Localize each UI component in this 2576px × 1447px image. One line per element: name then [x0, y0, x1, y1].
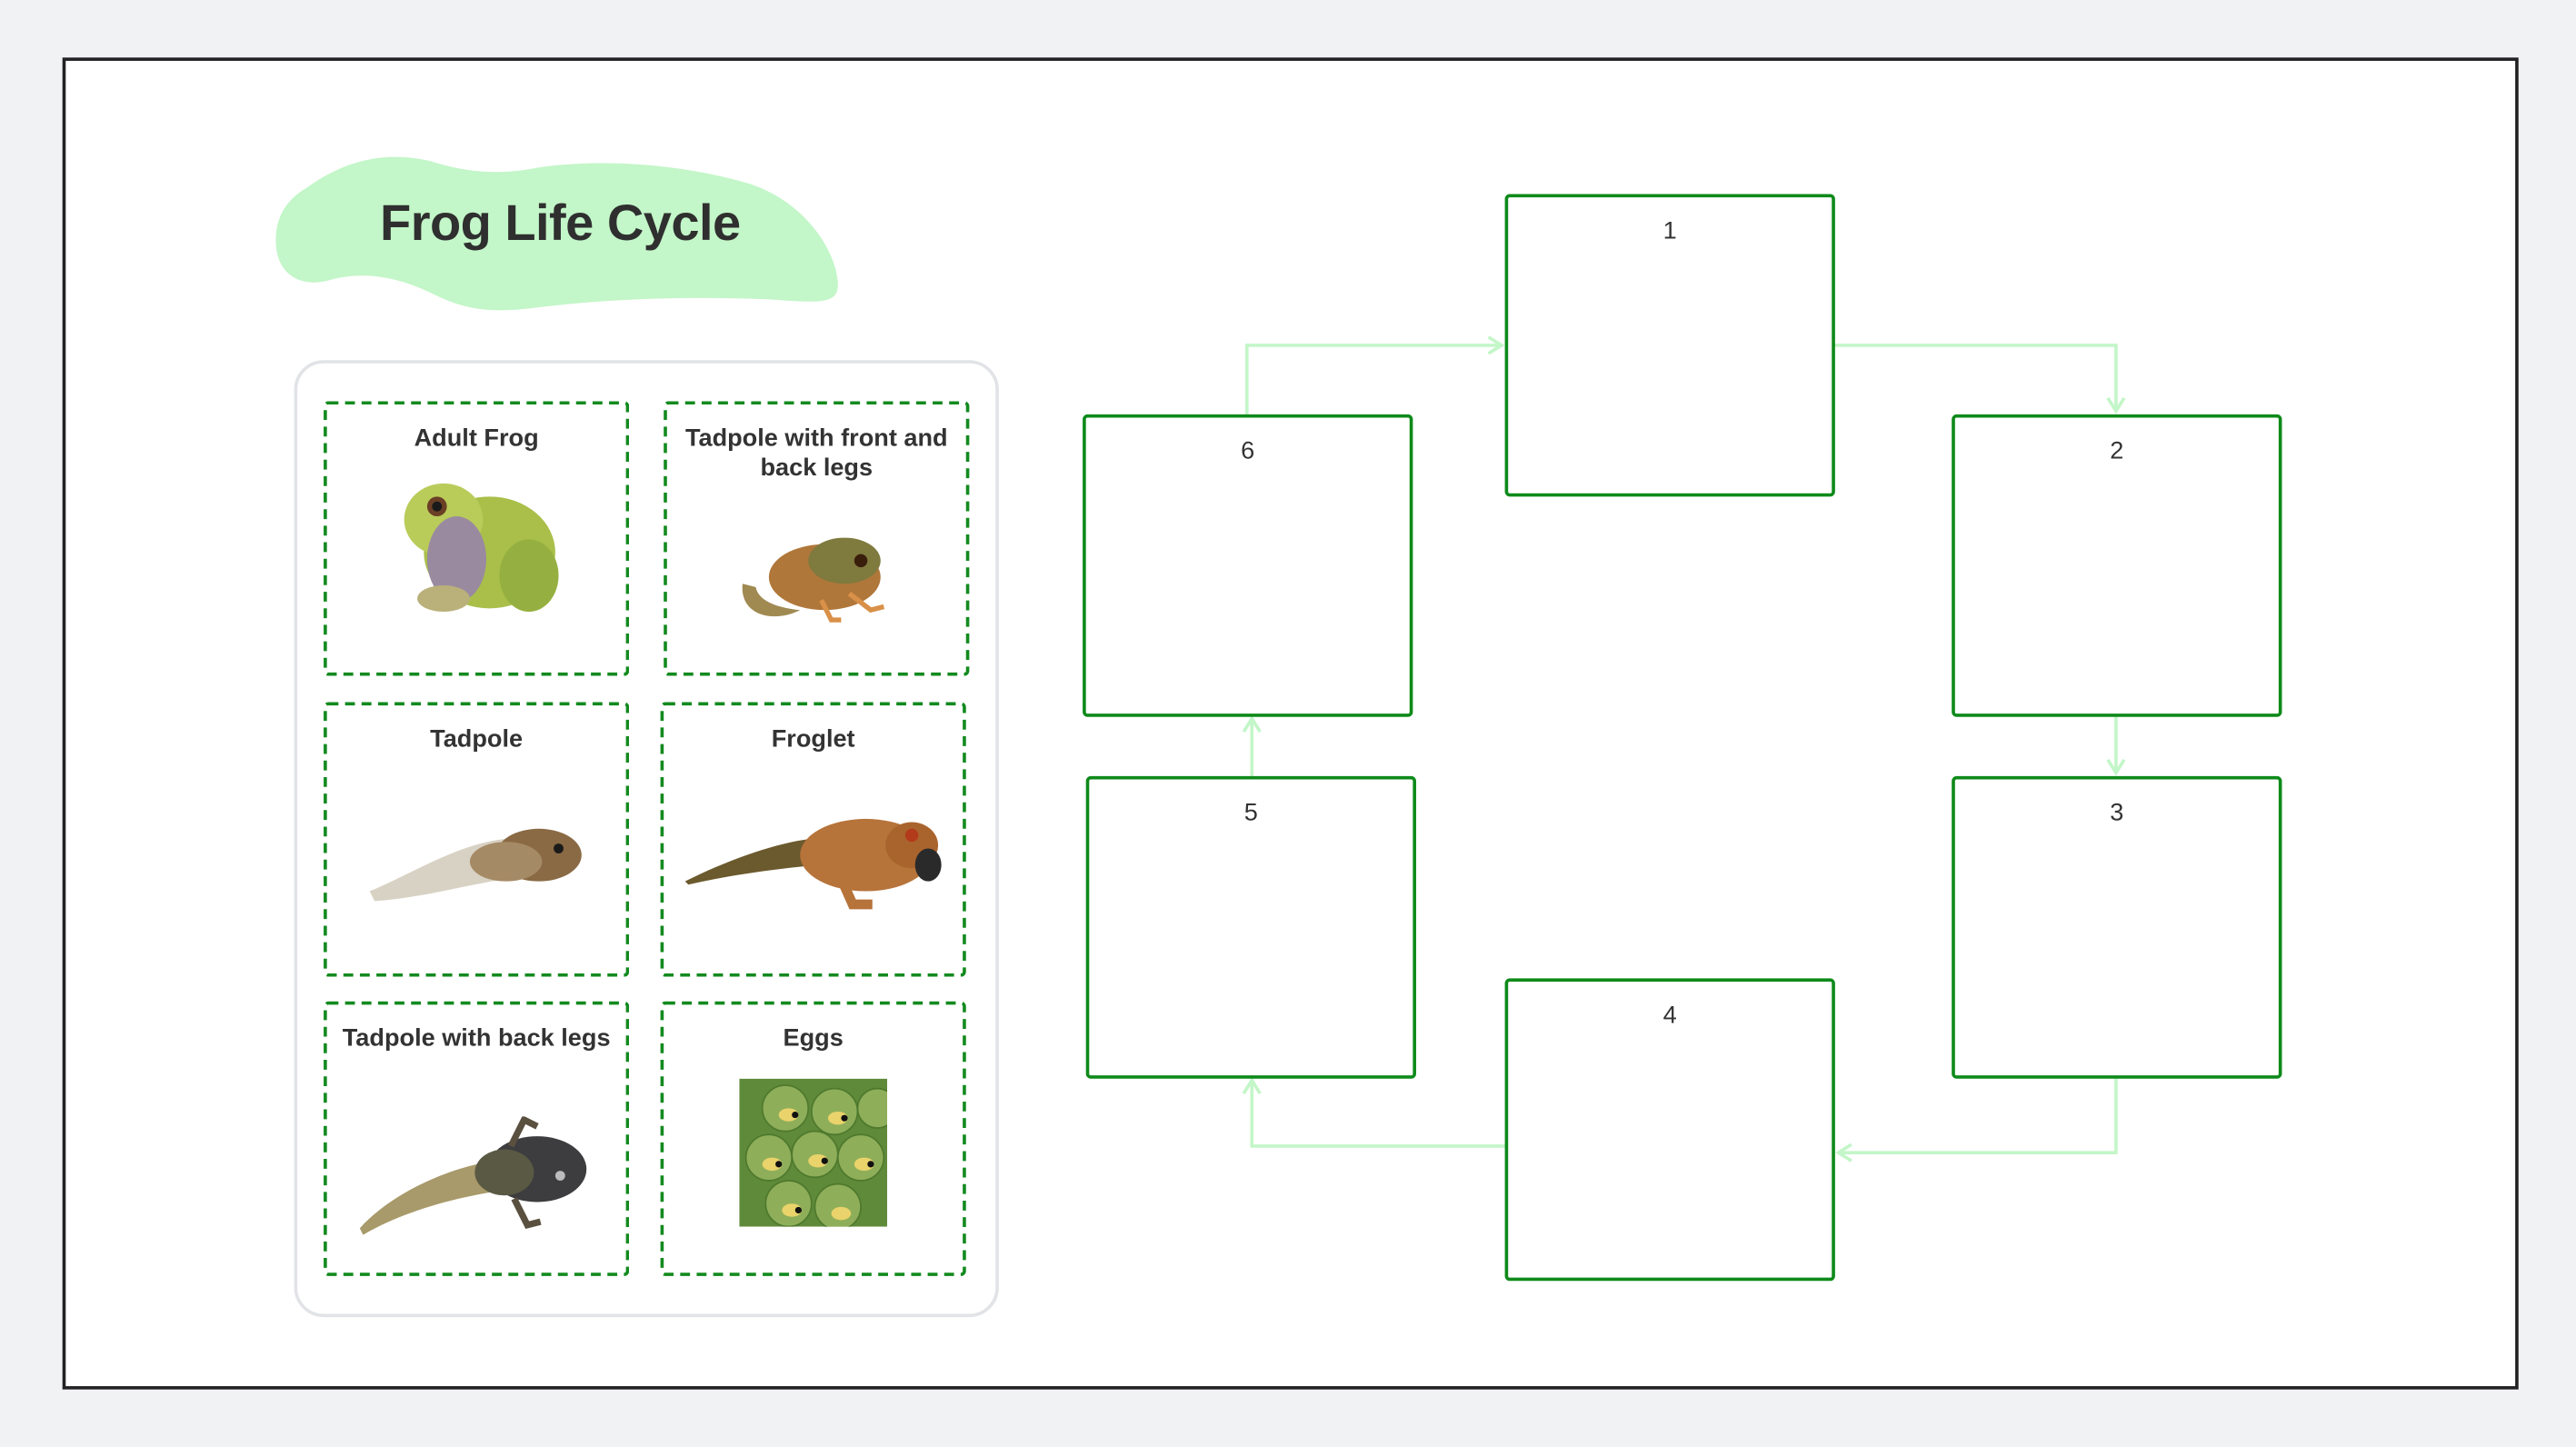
card-label: Tadpole	[430, 724, 524, 753]
slot-number: 1	[1662, 216, 1677, 245]
tadpole-back-legs-image	[327, 1112, 626, 1243]
slot-number: 5	[1243, 799, 1258, 827]
slot-number: 3	[2110, 799, 2124, 827]
canvas: Frog Life Cycle Adult Frog Tadpole with …	[0, 0, 2576, 1447]
froglet-image	[664, 796, 963, 928]
slot-number: 2	[2110, 437, 2124, 465]
card-tadpole-back-legs[interactable]: Tadpole with back legs	[324, 1001, 630, 1276]
drop-slot-4[interactable]: 4	[1504, 978, 1835, 1282]
drop-slot-3[interactable]: 3	[1952, 775, 2282, 1079]
adult-frog-image	[327, 449, 626, 630]
eggs-image	[664, 1078, 963, 1227]
card-froglet[interactable]: Froglet	[660, 702, 966, 977]
card-label: Froglet	[771, 724, 855, 753]
card-tadpole[interactable]: Tadpole	[324, 702, 630, 977]
tadpole-image	[327, 793, 626, 924]
slot-number: 6	[1241, 437, 1255, 465]
card-label: Tadpole with front and back legs	[684, 424, 948, 483]
tadpole-front-back-legs-image	[667, 502, 966, 650]
slot-number: 4	[1662, 1001, 1677, 1030]
drop-slot-5[interactable]: 5	[1085, 775, 1416, 1079]
card-label: Tadpole with back legs	[342, 1024, 611, 1053]
card-adult-frog[interactable]: Adult Frog	[324, 401, 630, 676]
card-label: Eggs	[783, 1024, 844, 1053]
drop-slot-6[interactable]: 6	[1083, 414, 1413, 717]
page-title: Frog Life Cycle	[380, 194, 741, 252]
drop-slot-1[interactable]: 1	[1504, 194, 1835, 497]
card-tadpole-front-back-legs[interactable]: Tadpole with front and back legs	[664, 401, 970, 676]
drop-slot-2[interactable]: 2	[1952, 414, 2282, 717]
card-eggs[interactable]: Eggs	[660, 1001, 966, 1276]
